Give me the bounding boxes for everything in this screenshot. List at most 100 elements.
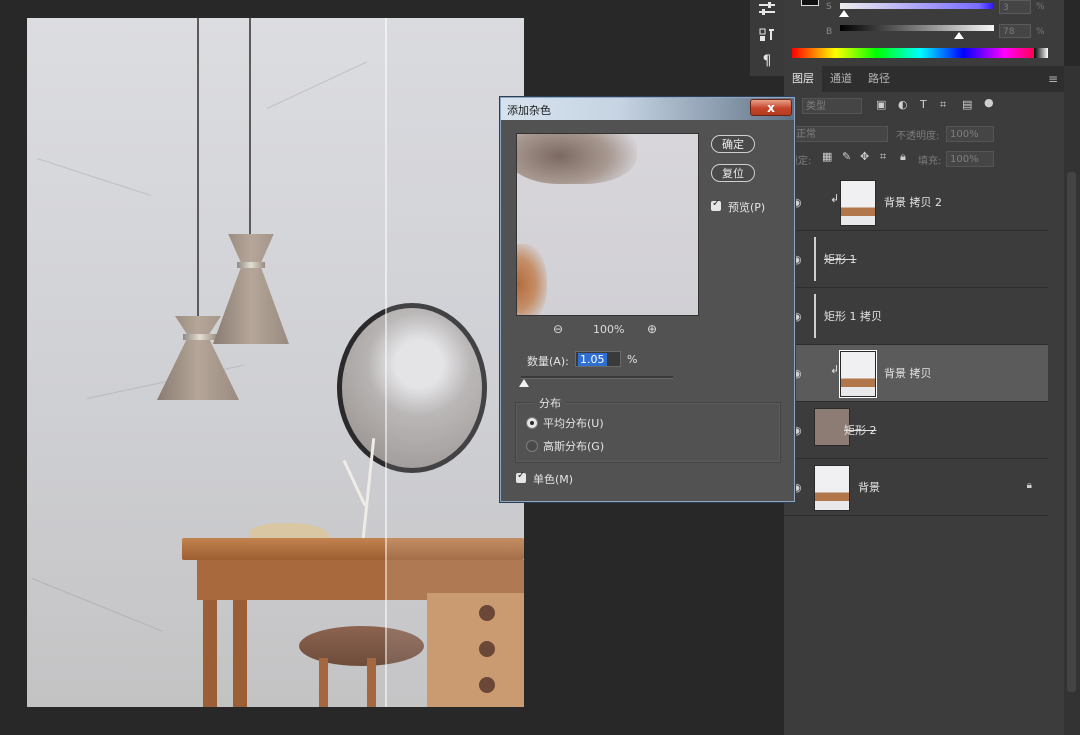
wall-texture xyxy=(31,578,162,632)
reset-button[interactable]: 复位 xyxy=(711,164,755,182)
fill-input[interactable]: 100% xyxy=(946,151,994,167)
gaussian-radio[interactable] xyxy=(526,440,538,452)
layer-name: 背景 拷贝 xyxy=(884,367,932,380)
pendant-lamp-right-band xyxy=(237,262,265,268)
clipping-arrow-icon: ↲ xyxy=(830,192,840,205)
zoom-out-icon[interactable]: ⊖ xyxy=(553,322,563,336)
adjustment-filter-icon[interactable]: ◐ xyxy=(898,98,908,111)
amount-slider-thumb[interactable] xyxy=(519,379,529,387)
close-button[interactable]: x xyxy=(750,99,792,116)
amount-value: 1.05 xyxy=(578,353,607,366)
filter-kind-select[interactable]: 类型 xyxy=(802,98,862,114)
tool-strip: ¶ xyxy=(750,0,784,76)
grayscale-ramp[interactable] xyxy=(1034,48,1048,58)
table-leg xyxy=(203,600,217,707)
layer-row[interactable]: ◉ 背景 🔒︎ xyxy=(784,459,1048,516)
gaussian-label: 高斯分布(G) xyxy=(543,440,605,453)
wall-texture xyxy=(36,158,152,197)
layers-panel: 图层 通道 路径 ≡ ⚲ 类型 ▣ ◐ T ⌗ ▤ ● 正常 不透明度: 100… xyxy=(784,66,1064,735)
monochromatic-checkbox[interactable] xyxy=(516,470,526,483)
layer-row[interactable]: ◉ 矩形 1 拷贝 xyxy=(784,288,1048,345)
tab-layers[interactable]: 图层 xyxy=(784,66,822,92)
layer-row-selected[interactable]: ◉ ↲ 背景 拷贝 xyxy=(784,345,1048,402)
layer-filter-row: ⚲ 类型 ▣ ◐ T ⌗ ▤ ● xyxy=(784,96,1064,118)
panel-tabs: 图层 通道 路径 ≡ xyxy=(784,66,1064,92)
add-noise-dialog: 添加杂色 x ⊖ 100% ⊕ 确定 复位 预览(P) 数量(A): 1.05 … xyxy=(500,97,795,502)
document-canvas[interactable] xyxy=(27,18,524,707)
paragraph-icon[interactable]: ¶ xyxy=(757,52,777,70)
lock-icon: 🔒︎ xyxy=(1026,480,1032,491)
layer-row[interactable]: ◉ 矩形 1 xyxy=(784,231,1048,288)
layers-scrollbar[interactable] xyxy=(1064,66,1080,735)
brightness-label: B xyxy=(826,27,833,37)
lock-position-icon[interactable]: ✥ xyxy=(860,150,869,163)
panel-menu-icon[interactable]: ≡ xyxy=(1048,72,1058,86)
table-leg xyxy=(233,600,247,707)
opacity-input[interactable]: 100% xyxy=(946,126,994,142)
color-spectrum-bar[interactable] xyxy=(792,48,1048,58)
zoom-in-icon[interactable]: ⊕ xyxy=(647,322,657,336)
brightness-value[interactable]: 78 xyxy=(999,24,1031,38)
smart-object-filter-icon[interactable]: ▤ xyxy=(962,98,972,111)
filter-preview[interactable] xyxy=(516,133,699,316)
adjustments-icon[interactable] xyxy=(757,2,777,20)
type-filter-icon[interactable]: T xyxy=(920,98,927,111)
amount-label: 数量(A): xyxy=(527,355,569,368)
saturation-label: S xyxy=(826,2,832,12)
uniform-label: 平均分布(U) xyxy=(543,417,604,430)
tab-channels[interactable]: 通道 xyxy=(822,66,860,92)
lock-image-icon[interactable]: ✎ xyxy=(842,150,851,163)
saturation-value[interactable]: 3 xyxy=(999,0,1031,14)
amount-input[interactable]: 1.05 xyxy=(575,351,621,367)
preview-wood-blur xyxy=(517,244,547,315)
lock-artboard-icon[interactable]: ⌗ xyxy=(880,150,886,164)
layer-thumbnail xyxy=(814,465,850,511)
filter-toggle-icon[interactable]: ● xyxy=(984,96,994,109)
layer-name: 矩形 1 xyxy=(824,253,857,266)
lock-all-icon[interactable]: 🔒︎ xyxy=(900,150,906,164)
guide-line[interactable] xyxy=(385,18,387,707)
layer-name: 矩形 1 拷贝 xyxy=(824,310,882,323)
distribution-label: 分布 xyxy=(534,395,566,411)
layer-thumbnail xyxy=(814,294,816,338)
lamp-cord-right xyxy=(249,18,251,236)
foreground-swatch[interactable] xyxy=(801,0,819,6)
preview-lamp-blur xyxy=(517,134,637,184)
shape-filter-icon[interactable]: ⌗ xyxy=(940,98,946,112)
zoom-level: 100% xyxy=(593,323,625,336)
stool-leg xyxy=(367,658,376,707)
preview-checkbox[interactable] xyxy=(711,198,721,211)
layer-row[interactable]: ◉ 矩形 2 xyxy=(784,402,1048,459)
stool-leg xyxy=(319,658,328,707)
lock-transparent-icon[interactable]: ▦ xyxy=(822,150,832,163)
layer-thumbnail xyxy=(839,350,877,398)
distribution-group: 分布 平均分布(U) 高斯分布(G) xyxy=(515,395,781,463)
saturation-slider[interactable] xyxy=(840,3,994,9)
text-properties-icon[interactable] xyxy=(757,27,777,45)
uniform-radio[interactable] xyxy=(526,417,538,429)
preview-label: 预览(P) xyxy=(728,201,766,214)
layer-thumbnail xyxy=(814,237,816,281)
layers-scroll-thumb[interactable] xyxy=(1067,172,1076,692)
wall-texture xyxy=(266,61,367,109)
amount-unit: % xyxy=(627,353,638,366)
tab-paths[interactable]: 路径 xyxy=(860,66,898,92)
saturation-slider-thumb[interactable] xyxy=(839,10,849,17)
antler-decor xyxy=(342,459,367,507)
clipping-arrow-icon: ↲ xyxy=(830,363,840,376)
layer-thumbnail xyxy=(840,180,876,226)
fill-label: 填充: xyxy=(918,156,942,167)
layer-name: 背景 拷贝 2 xyxy=(884,196,942,209)
opacity-label: 不透明度: xyxy=(896,131,940,142)
preview-zoom-controls: ⊖ 100% ⊕ xyxy=(549,322,669,338)
brightness-slider-thumb[interactable] xyxy=(954,32,964,39)
pixel-filter-icon[interactable]: ▣ xyxy=(876,98,886,111)
ok-button[interactable]: 确定 xyxy=(711,135,755,153)
amount-slider[interactable] xyxy=(521,376,673,379)
pendant-lamp-left-band xyxy=(183,334,217,340)
blend-mode-select[interactable]: 正常 xyxy=(792,126,888,142)
brightness-slider[interactable] xyxy=(840,25,994,31)
layer-row[interactable]: ◉ ↲ 背景 拷贝 2 xyxy=(784,174,1048,231)
brightness-unit: % xyxy=(1036,27,1045,37)
dialog-title-bar[interactable]: 添加杂色 x xyxy=(501,98,794,120)
